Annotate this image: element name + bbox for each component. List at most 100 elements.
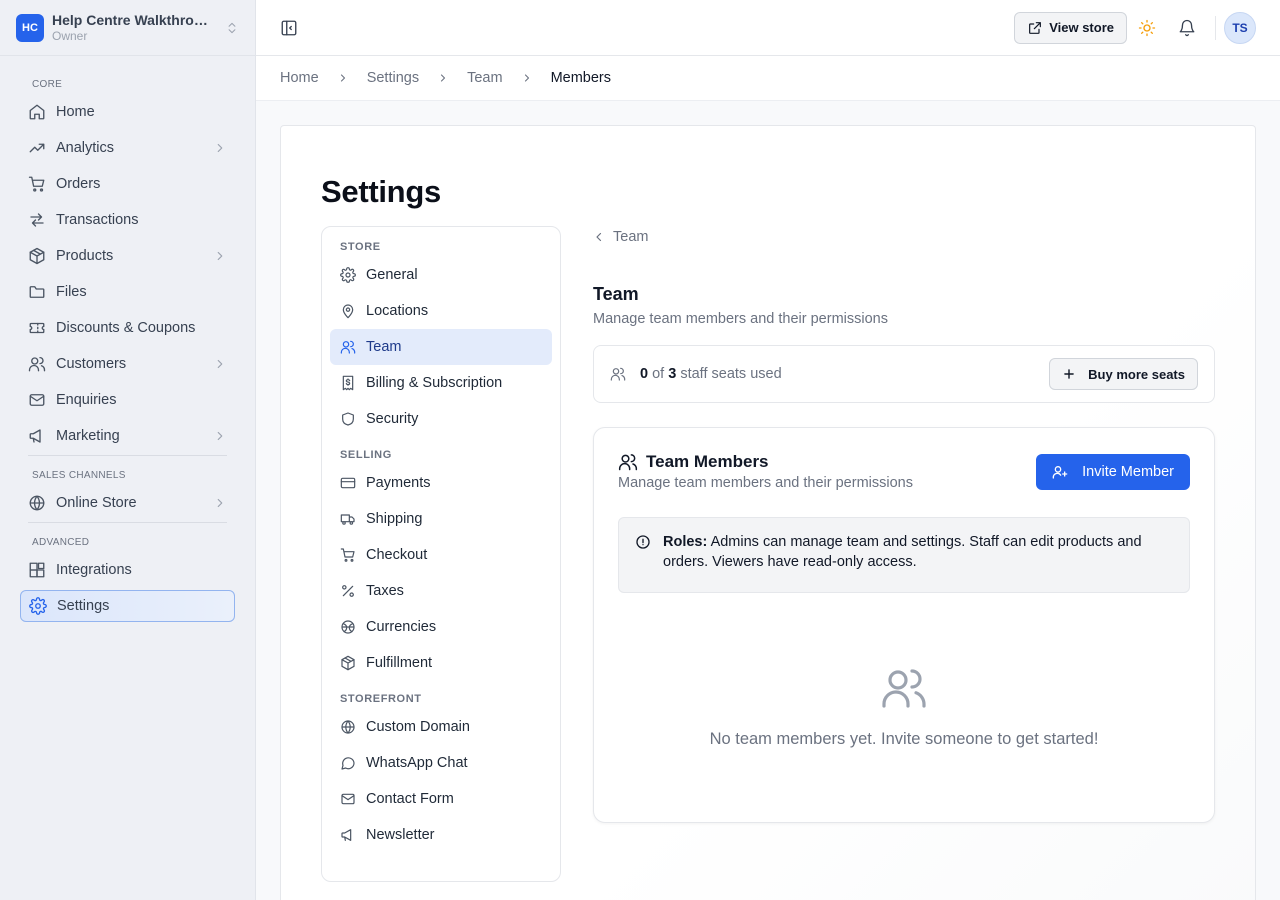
globe-icon — [28, 494, 46, 512]
sidebar-item-enquiries[interactable]: Enquiries — [20, 382, 235, 418]
settings-item-checkout[interactable]: Checkout — [330, 537, 552, 573]
avatar[interactable]: TS — [1224, 11, 1256, 44]
settings-item-label: General — [366, 267, 418, 283]
sidebar-item-home[interactable]: Home — [20, 94, 235, 130]
settings-item-label: Checkout — [366, 547, 428, 563]
nav-section-heading: SALES CHANNELS — [32, 470, 126, 481]
notifications-button[interactable] — [1167, 12, 1207, 44]
chat-icon — [340, 755, 356, 771]
empty-state: No team members yet. Invite someone to g… — [594, 664, 1214, 749]
settings-section-heading: SELLING — [340, 449, 392, 461]
nav-section-heading: ADVANCED — [32, 537, 90, 548]
store-logo: HC — [16, 13, 44, 42]
settings-section-heading: STOREFRONT — [340, 693, 422, 705]
arrows-icon — [28, 211, 46, 229]
sidebar-item-settings[interactable]: Settings — [20, 590, 235, 622]
roles-notice: Roles: Admins can manage team and settin… — [618, 517, 1190, 593]
settings-item-newsletter[interactable]: Newsletter — [330, 817, 552, 853]
sidebar-item-integrations[interactable]: Integrations — [20, 552, 235, 588]
settings-item-label: Security — [366, 411, 419, 427]
shield-icon — [340, 411, 356, 427]
sidebar-item-analytics[interactable]: Analytics — [20, 130, 235, 166]
settings-item-team[interactable]: Team — [330, 329, 552, 365]
settings-item-billing-subscription[interactable]: Billing & Subscription — [330, 365, 552, 401]
back-link[interactable]: Team — [593, 228, 1215, 246]
buy-more-seats-button[interactable]: Buy more seats — [1049, 358, 1198, 390]
sidebar-item-label: Online Store — [56, 495, 137, 511]
chevron-right-icon — [521, 72, 533, 84]
sidebar-item-label: Orders — [56, 176, 101, 192]
theme-toggle-button[interactable] — [1127, 12, 1167, 44]
sidebar-item-files[interactable]: Files — [20, 274, 235, 310]
view-store-button[interactable]: View store — [1014, 11, 1127, 44]
team-members-subtitle: Manage team members and their permission… — [618, 475, 913, 491]
breadcrumb-item[interactable]: Team — [467, 70, 502, 86]
sidebar-item-transactions[interactable]: Transactions — [20, 202, 235, 238]
settings-item-security[interactable]: Security — [330, 401, 552, 437]
settings-item-taxes[interactable]: Taxes — [330, 573, 552, 609]
settings-item-locations[interactable]: Locations — [330, 293, 552, 329]
pin-icon — [340, 303, 356, 319]
settings-item-label: Locations — [366, 303, 429, 319]
sidebar-item-orders[interactable]: Orders — [20, 166, 235, 202]
home-icon — [28, 103, 46, 121]
divider — [28, 455, 227, 456]
sidebar-item-label: Transactions — [56, 212, 139, 228]
breadcrumb-item: Members — [550, 70, 611, 86]
sidebar-item-label: Products — [56, 248, 114, 264]
chevron-right-icon — [213, 496, 227, 510]
settings-item-contact-form[interactable]: Contact Form — [330, 781, 552, 817]
percent-icon — [340, 583, 356, 599]
breadcrumb-item[interactable]: Home — [280, 70, 319, 86]
chevron-right-icon — [213, 141, 227, 155]
sun-icon — [1138, 19, 1156, 37]
back-link-label: Team — [613, 229, 649, 245]
sidebar-item-online-store[interactable]: Online Store — [20, 485, 235, 521]
globe-icon — [340, 719, 356, 735]
package-icon — [28, 247, 46, 265]
users-icon — [594, 664, 1214, 712]
divider — [28, 522, 227, 523]
settings-item-payments[interactable]: Payments — [330, 465, 552, 501]
settings-item-label: Custom Domain — [366, 719, 470, 735]
seats-suffix: staff seats used — [680, 366, 782, 382]
seats-total: 3 — [668, 366, 677, 382]
package-icon — [340, 655, 356, 671]
mail-icon — [28, 391, 46, 409]
content-card: Settings STORE General Locations Team Billin… — [280, 125, 1256, 900]
blocks-icon — [28, 561, 46, 579]
info-icon — [635, 532, 663, 572]
megaphone-icon — [340, 827, 356, 843]
settings-item-fulfillment[interactable]: Fulfillment — [330, 645, 552, 681]
divider — [1215, 15, 1216, 40]
view-store-label: View store — [1049, 20, 1114, 35]
sidebar-toggle-icon[interactable] — [280, 19, 298, 37]
plus-icon — [1062, 367, 1088, 381]
roles-notice-label: Roles: — [663, 534, 708, 550]
sidebar-item-label: Settings — [57, 598, 110, 614]
sidebar-item-discounts-coupons[interactable]: Discounts & Coupons — [20, 310, 235, 346]
settings-item-shipping[interactable]: Shipping — [330, 501, 552, 537]
gear-icon — [340, 267, 356, 283]
settings-item-custom-domain[interactable]: Custom Domain — [330, 709, 552, 745]
roles-notice-text: Admins can manage team and settings. Sta… — [663, 534, 1142, 570]
settings-section-heading: STORE — [340, 241, 381, 253]
settings-item-whatsapp-chat[interactable]: WhatsApp Chat — [330, 745, 552, 781]
settings-item-general[interactable]: General — [330, 257, 552, 293]
settings-item-currencies[interactable]: Currencies — [330, 609, 552, 645]
sidebar-item-customers[interactable]: Customers — [20, 346, 235, 382]
team-members-title: Team Members — [646, 452, 769, 471]
external-link-icon — [1027, 20, 1049, 36]
invite-member-label: Invite Member — [1082, 464, 1174, 480]
invite-member-button[interactable]: Invite Member — [1036, 454, 1190, 490]
sidebar-item-products[interactable]: Products — [20, 238, 235, 274]
cart-icon — [340, 547, 356, 563]
users-icon — [28, 355, 46, 373]
seats-used: 0 — [640, 366, 649, 382]
sidebar-item-marketing[interactable]: Marketing — [20, 418, 235, 454]
chevron-right-icon — [213, 249, 227, 263]
breadcrumb-item[interactable]: Settings — [367, 70, 419, 86]
bell-icon — [1178, 19, 1196, 37]
store-switcher[interactable]: HC Help Centre Walkthrough Owner — [0, 0, 255, 56]
settings-item-label: Payments — [366, 475, 431, 491]
